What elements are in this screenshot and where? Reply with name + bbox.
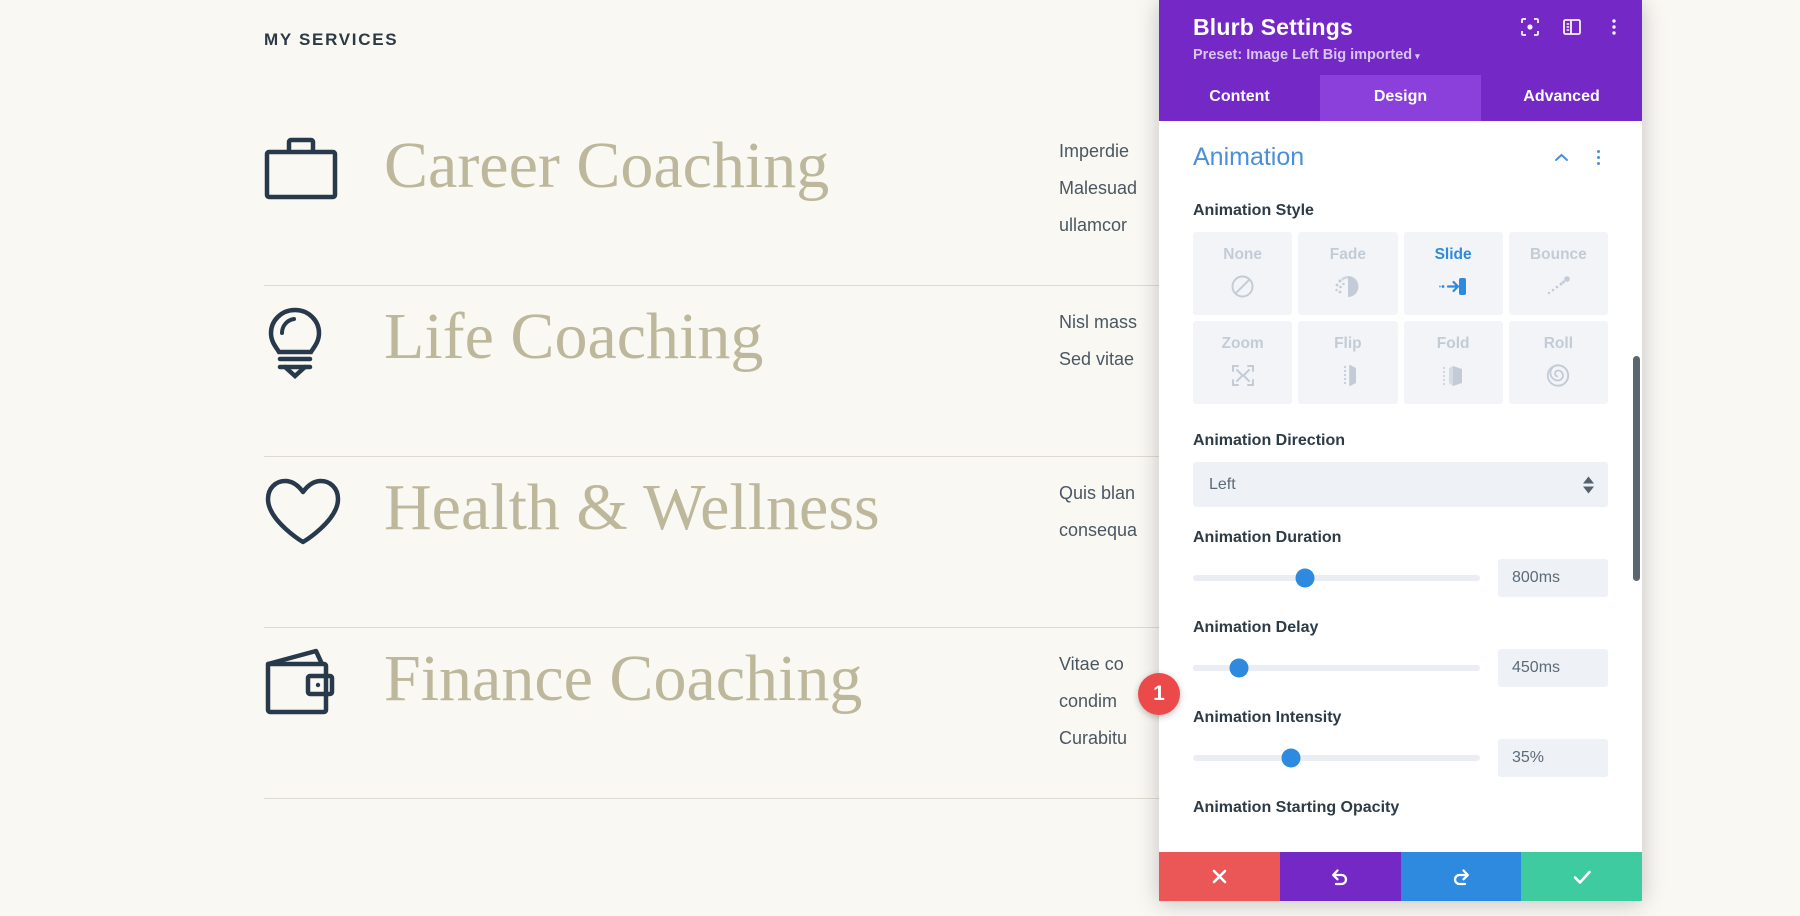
- zoom-expand-icon: [1228, 360, 1258, 390]
- save-button[interactable]: [1521, 852, 1642, 901]
- more-vertical-icon[interactable]: [1604, 17, 1624, 37]
- animation-duration-slider[interactable]: [1193, 568, 1480, 588]
- cancel-button[interactable]: [1159, 852, 1280, 901]
- animation-style-grid: None Fade Slide Bounce Zoom Flip Fold Ro…: [1193, 232, 1608, 404]
- chevron-down-icon: ▾: [1415, 51, 1420, 61]
- more-vertical-icon[interactable]: [1589, 148, 1608, 167]
- slider-knob[interactable]: [1281, 748, 1301, 768]
- animation-style-bounce[interactable]: Bounce: [1508, 232, 1608, 315]
- animation-direction-value: Left: [1209, 475, 1236, 493]
- tab-design[interactable]: Design: [1320, 75, 1481, 121]
- slider-knob[interactable]: [1229, 658, 1249, 678]
- section-title: Animation: [1193, 143, 1305, 171]
- animation-starting-opacity-label: Animation Starting Opacity: [1193, 799, 1400, 816]
- animation-style-zoom[interactable]: Zoom: [1193, 321, 1293, 404]
- slide-arrow-icon: [1438, 271, 1468, 301]
- undo-icon: [1329, 866, 1351, 888]
- animation-intensity-value[interactable]: 35%: [1498, 739, 1608, 777]
- animation-style-roll[interactable]: Roll: [1508, 321, 1608, 404]
- animation-delay-row: 450ms: [1193, 649, 1608, 687]
- panel-scroll-area: Animation Animation Style None Fade Slid…: [1159, 121, 1642, 852]
- scrollbar-thumb[interactable]: [1633, 356, 1640, 581]
- animation-style-slide[interactable]: Slide: [1403, 232, 1503, 315]
- flip-card-icon: [1333, 360, 1363, 390]
- animation-style-fold[interactable]: Fold: [1403, 321, 1503, 404]
- redo-button[interactable]: [1400, 852, 1522, 901]
- animation-duration-row: 800ms: [1193, 559, 1608, 597]
- fold-page-icon: [1438, 360, 1468, 390]
- bounce-dots-icon: [1543, 271, 1573, 301]
- option-label: Fold: [1436, 335, 1470, 352]
- lightbulb-icon: [264, 298, 384, 380]
- undo-button[interactable]: [1279, 852, 1401, 901]
- wallet-icon: [264, 640, 384, 716]
- option-label: Zoom: [1221, 335, 1264, 352]
- animation-style-label: Animation Style: [1193, 202, 1314, 219]
- blurb-settings-panel: Blurb Settings Preset: Image Left Big im…: [1159, 0, 1642, 901]
- panel-header: Blurb Settings Preset: Image Left Big im…: [1159, 0, 1642, 75]
- animation-section-header: Animation: [1193, 143, 1608, 172]
- animation-duration-value[interactable]: 800ms: [1498, 559, 1608, 597]
- tab-content[interactable]: Content: [1159, 75, 1320, 121]
- panel-scrollbar[interactable]: [1633, 121, 1640, 852]
- preset-label: Preset: Image Left Big imported: [1193, 47, 1413, 63]
- chevron-up-icon[interactable]: [1552, 148, 1571, 167]
- animation-duration-label: Animation Duration: [1193, 529, 1342, 546]
- animation-intensity-label: Animation Intensity: [1193, 709, 1342, 726]
- briefcase-icon: [264, 127, 384, 201]
- animation-intensity-row: 35%: [1193, 739, 1608, 777]
- animation-direction-field: Animation Direction Left: [1193, 432, 1608, 507]
- option-label: Flip: [1334, 335, 1362, 352]
- animation-delay-value[interactable]: 450ms: [1498, 649, 1608, 687]
- animation-style-fade[interactable]: Fade: [1298, 232, 1398, 315]
- screen-root: MY SERVICES Career Coaching Imperdie Mal…: [0, 0, 1800, 916]
- option-label: Fade: [1329, 246, 1366, 263]
- animation-style-flip[interactable]: Flip: [1298, 321, 1398, 404]
- stepper-arrows-icon: [1583, 476, 1594, 493]
- section-tools: [1552, 148, 1608, 167]
- slider-knob[interactable]: [1295, 568, 1315, 588]
- option-label: Slide: [1434, 246, 1472, 263]
- panel-header-icons: [1520, 17, 1624, 37]
- panel-footer: [1159, 852, 1642, 901]
- animation-style-none[interactable]: None: [1193, 232, 1293, 315]
- focus-target-icon[interactable]: [1520, 17, 1540, 37]
- animation-duration-field: Animation Duration 800ms: [1193, 529, 1608, 597]
- animation-delay-slider[interactable]: [1193, 658, 1480, 678]
- step-badge: 1: [1138, 673, 1180, 715]
- close-x-icon: [1210, 867, 1229, 886]
- redo-icon: [1450, 866, 1472, 888]
- roll-spiral-icon: [1543, 360, 1573, 390]
- animation-starting-opacity-field: Animation Starting Opacity: [1193, 799, 1608, 817]
- fade-dots-icon: [1333, 271, 1363, 301]
- panel-body: Animation Animation Style None Fade Slid…: [1159, 121, 1642, 852]
- heart-icon: [264, 469, 384, 547]
- animation-delay-label: Animation Delay: [1193, 619, 1319, 636]
- animation-intensity-slider[interactable]: [1193, 748, 1480, 768]
- tab-advanced[interactable]: Advanced: [1481, 75, 1642, 121]
- checkmark-icon: [1571, 866, 1593, 888]
- animation-delay-field: Animation Delay 450ms: [1193, 619, 1608, 687]
- page-eyebrow: MY SERVICES: [264, 30, 399, 49]
- option-label: None: [1223, 246, 1262, 263]
- panel-tabs: Content Design Advanced: [1159, 75, 1642, 121]
- preset-selector[interactable]: Preset: Image Left Big imported ▾: [1193, 47, 1620, 63]
- no-entry-icon: [1228, 271, 1258, 301]
- animation-direction-label: Animation Direction: [1193, 432, 1346, 449]
- animation-direction-select[interactable]: Left: [1193, 462, 1608, 507]
- option-label: Roll: [1543, 335, 1574, 352]
- option-label: Bounce: [1529, 246, 1587, 263]
- panel-layout-icon[interactable]: [1562, 17, 1582, 37]
- animation-intensity-field: Animation Intensity 35%: [1193, 709, 1608, 777]
